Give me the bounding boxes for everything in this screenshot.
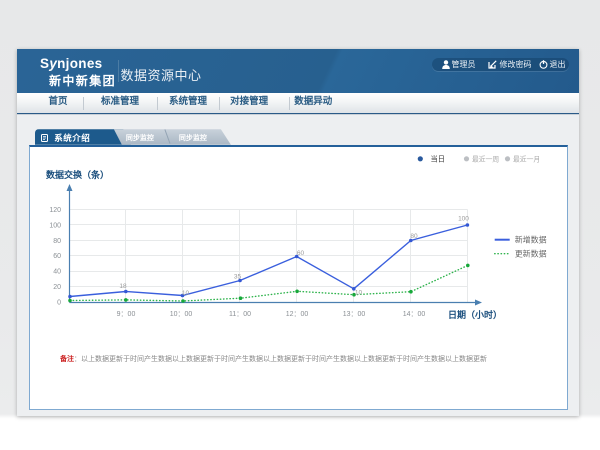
svg-text:120: 120 (49, 207, 61, 214)
svg-text:80: 80 (53, 238, 61, 245)
svg-text:更新数据: 更新数据 (514, 248, 546, 258)
svg-text:60: 60 (296, 250, 304, 257)
svg-text:40: 40 (53, 268, 61, 275)
svg-text:最近一周: 最近一周 (472, 154, 499, 163)
svg-text:100: 100 (458, 215, 469, 222)
svg-text:60: 60 (53, 253, 61, 260)
svg-text:80: 80 (410, 233, 418, 240)
svg-text:9：00: 9：00 (116, 311, 135, 318)
svg-text:18: 18 (119, 283, 127, 290)
svg-text:11：00: 11：00 (228, 311, 250, 318)
svg-text:最近一月: 最近一月 (513, 154, 540, 163)
svg-text:12：00: 12：00 (285, 311, 308, 318)
svg-text:数据交换（条）: 数据交换（条） (46, 169, 109, 180)
svg-text:当日: 当日 (430, 154, 444, 163)
svg-text:100: 100 (49, 222, 61, 229)
svg-text:35: 35 (233, 273, 241, 280)
svg-text:10: 10 (181, 290, 189, 297)
svg-text:10：00: 10：00 (169, 311, 192, 318)
svg-text:10: 10 (354, 289, 362, 296)
svg-text:备注：以上数据更新于时间产生数据以上数据更新于时间产生数据以: 备注：以上数据更新于时间产生数据以上数据更新于时间产生数据以上数据更新于时间产生… (59, 354, 487, 363)
svg-text:13：00: 13：00 (342, 311, 365, 318)
svg-text:20: 20 (53, 284, 61, 291)
svg-text:新增数据: 新增数据 (514, 234, 546, 244)
svg-text:14：00: 14：00 (402, 311, 425, 318)
svg-text:日期（小时）: 日期（小时） (448, 309, 502, 320)
svg-text:0: 0 (57, 299, 61, 306)
